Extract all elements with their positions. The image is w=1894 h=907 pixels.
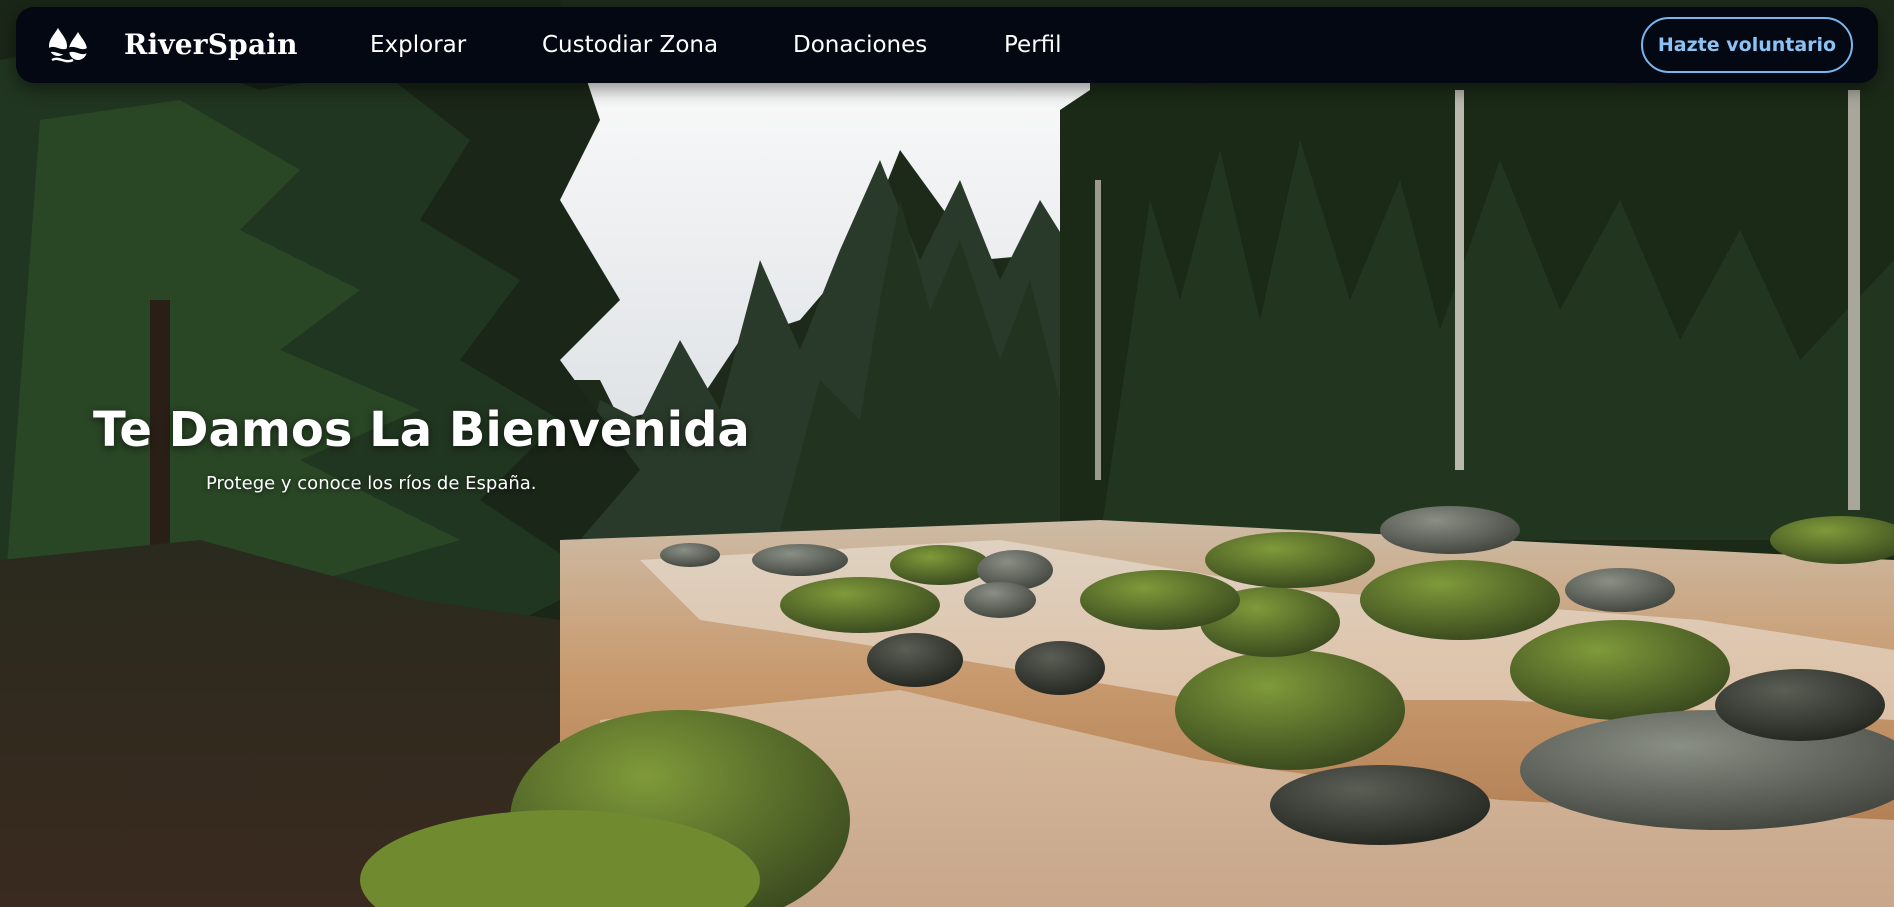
nav-link-custodiar-zona[interactable]: Custodiar Zona (542, 27, 718, 63)
hero-title: Te Damos La Bienvenida (93, 402, 750, 458)
hero-subtitle: Protege y conoce los ríos de España. (206, 473, 537, 494)
volunteer-button[interactable]: Hazte voluntario (1641, 17, 1853, 73)
top-navbar: RiverSpain Explorar Custodiar Zona Donac… (16, 7, 1878, 83)
nav-link-perfil[interactable]: Perfil (1004, 27, 1062, 63)
brand-name[interactable]: RiverSpain (124, 25, 298, 65)
nav-link-donaciones[interactable]: Donaciones (793, 27, 927, 63)
river-drops-logo-icon[interactable] (46, 25, 90, 65)
nav-link-explorar[interactable]: Explorar (370, 27, 466, 63)
